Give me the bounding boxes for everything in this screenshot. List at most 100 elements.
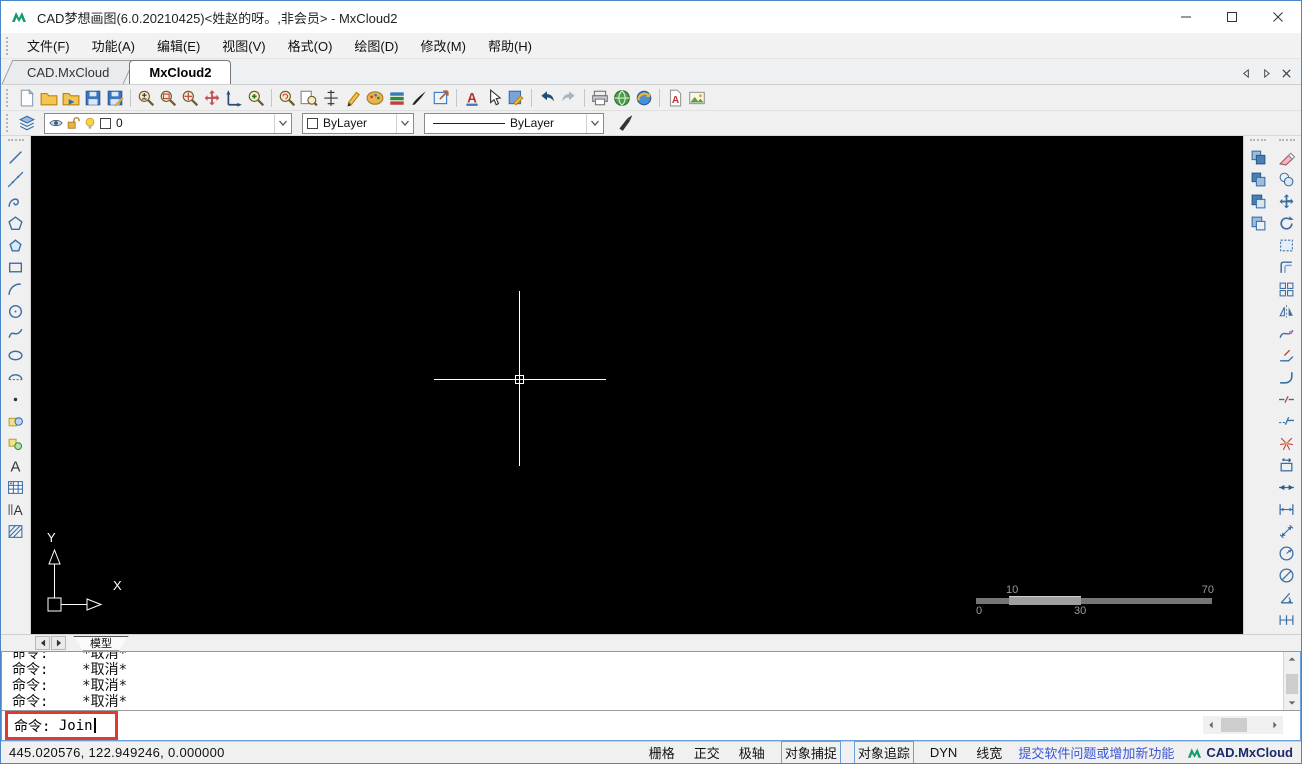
pan-icon[interactable] xyxy=(201,87,223,109)
open-cloud-icon[interactable] xyxy=(60,87,82,109)
zoom-scale-icon[interactable] xyxy=(135,87,157,109)
regen-icon[interactable] xyxy=(276,87,298,109)
layer-select[interactable]: 0 xyxy=(44,113,292,134)
trim-icon[interactable] xyxy=(1275,344,1299,366)
menu-view[interactable]: 视图(V) xyxy=(211,33,276,58)
command-scrollbar-horizontal[interactable] xyxy=(1203,716,1283,734)
toggle-lineweight[interactable]: 线宽 xyxy=(973,742,1005,763)
paste-block-icon[interactable] xyxy=(505,87,527,109)
dim-radius-icon[interactable] xyxy=(1275,542,1299,564)
select-window-icon[interactable] xyxy=(1275,234,1299,256)
color-select[interactable]: ByLayer xyxy=(302,113,414,134)
tab-cad-mxcloud[interactable]: CAD.MxCloud xyxy=(7,60,129,84)
toolbar-grip[interactable] xyxy=(6,89,12,107)
select-cursor-icon[interactable] xyxy=(483,87,505,109)
ucs-axes-icon[interactable] xyxy=(223,87,245,109)
command-input-row[interactable]: 命令: Join xyxy=(2,710,1300,740)
mirror-icon[interactable] xyxy=(1275,300,1299,322)
rectangle-icon[interactable] xyxy=(4,256,28,278)
rotate-icon[interactable] xyxy=(1275,212,1299,234)
insert-image-icon[interactable] xyxy=(686,87,708,109)
layers-panel-icon[interactable] xyxy=(16,112,38,134)
chevron-down-icon[interactable] xyxy=(396,114,413,133)
linetype-select[interactable]: ByLayer xyxy=(424,113,604,134)
tab-close-icon[interactable] xyxy=(1279,66,1293,80)
mtext-icon[interactable]: A xyxy=(4,498,28,520)
maximize-icon[interactable] xyxy=(1209,1,1255,33)
offset-icon[interactable] xyxy=(1275,256,1299,278)
polyline-icon[interactable] xyxy=(4,190,28,212)
zoom-window-icon[interactable] xyxy=(157,87,179,109)
save-icon[interactable] xyxy=(82,87,104,109)
zoom-preview-icon[interactable] xyxy=(298,87,320,109)
ellipse-icon[interactable] xyxy=(4,344,28,366)
join-icon[interactable] xyxy=(1275,476,1299,498)
draw-pen-icon[interactable] xyxy=(342,87,364,109)
tab-scroll-left-icon[interactable] xyxy=(1239,66,1253,80)
dim-continue-icon[interactable] xyxy=(1275,608,1299,630)
web-browser-icon[interactable] xyxy=(611,87,633,109)
menu-function[interactable]: 功能(A) xyxy=(81,33,146,58)
model-tab[interactable]: 模型 xyxy=(73,636,129,651)
fillet-icon[interactable] xyxy=(1275,366,1299,388)
model-next-icon[interactable] xyxy=(51,636,66,650)
close-icon[interactable] xyxy=(1255,1,1301,33)
toggle-object-track[interactable]: 对象追踪 xyxy=(854,741,914,764)
break-icon[interactable] xyxy=(1275,388,1299,410)
menu-grip[interactable] xyxy=(6,37,12,55)
paste-clip-icon[interactable] xyxy=(1246,190,1270,212)
toggle-object-snap[interactable]: 对象捕捉 xyxy=(781,741,841,764)
pdf-export-icon[interactable]: A xyxy=(664,87,686,109)
export-view-icon[interactable] xyxy=(430,87,452,109)
color-palette-icon[interactable] xyxy=(364,87,386,109)
match-properties-icon[interactable] xyxy=(614,112,636,134)
text-style-icon[interactable]: A xyxy=(461,87,483,109)
scale-slider[interactable]: 10 70 0 30 xyxy=(976,584,1216,614)
web-sync-icon[interactable] xyxy=(633,87,655,109)
break-at-point-icon[interactable] xyxy=(1275,410,1299,432)
paste-as-block-icon[interactable] xyxy=(1246,212,1270,234)
menu-modify[interactable]: 修改(M) xyxy=(409,33,477,58)
edit-toolbar-grip[interactable] xyxy=(1250,139,1266,144)
point-icon[interactable] xyxy=(4,388,28,410)
dim-linear-icon[interactable] xyxy=(1275,498,1299,520)
menu-draw[interactable]: 绘图(D) xyxy=(343,33,409,58)
scrollbar-thumb[interactable] xyxy=(1221,718,1247,732)
polygon-inscribed-icon[interactable] xyxy=(4,234,28,256)
print-icon[interactable] xyxy=(589,87,611,109)
erase-icon[interactable] xyxy=(1275,146,1299,168)
insert-block-icon[interactable] xyxy=(4,410,28,432)
command-scrollbar-vertical[interactable] xyxy=(1283,652,1300,710)
minimize-icon[interactable] xyxy=(1163,1,1209,33)
create-block-icon[interactable] xyxy=(4,432,28,454)
toggle-grid[interactable]: 栅格 xyxy=(646,742,678,763)
save-as-icon[interactable] xyxy=(104,87,126,109)
paint-brush-icon[interactable] xyxy=(408,87,430,109)
hatch-icon[interactable] xyxy=(4,520,28,542)
dim-aligned-icon[interactable] xyxy=(1275,520,1299,542)
scroll-up-icon[interactable] xyxy=(1284,652,1300,666)
chevron-down-icon[interactable] xyxy=(586,114,603,133)
move-crosshair-icon[interactable] xyxy=(320,87,342,109)
toggle-dyn[interactable]: DYN xyxy=(927,744,960,761)
tab-mxcloud2[interactable]: MxCloud2 xyxy=(129,60,231,84)
feedback-link[interactable]: 提交软件问题或增加新功能 xyxy=(1018,743,1174,762)
spline-icon[interactable] xyxy=(4,322,28,344)
ellipse-arc-icon[interactable] xyxy=(4,366,28,388)
menu-edit[interactable]: 编辑(E) xyxy=(146,33,211,58)
toggle-ortho[interactable]: 正交 xyxy=(691,742,723,763)
layer-stack-icon[interactable] xyxy=(386,87,408,109)
model-prev-icon[interactable] xyxy=(35,636,50,650)
scroll-left-icon[interactable] xyxy=(1203,716,1219,734)
move-icon[interactable] xyxy=(1275,190,1299,212)
toggle-polar[interactable]: 极轴 xyxy=(736,742,768,763)
text-icon[interactable]: A xyxy=(4,454,28,476)
scale-thumb[interactable] xyxy=(1009,596,1081,605)
menu-format[interactable]: 格式(O) xyxy=(277,33,344,58)
copy-object-icon[interactable] xyxy=(1275,168,1299,190)
undo-icon[interactable] xyxy=(536,87,558,109)
construction-line-icon[interactable] xyxy=(4,168,28,190)
copy-with-base-icon[interactable] xyxy=(1246,168,1270,190)
copy-clip-icon[interactable] xyxy=(1246,146,1270,168)
explode-icon[interactable] xyxy=(1275,432,1299,454)
